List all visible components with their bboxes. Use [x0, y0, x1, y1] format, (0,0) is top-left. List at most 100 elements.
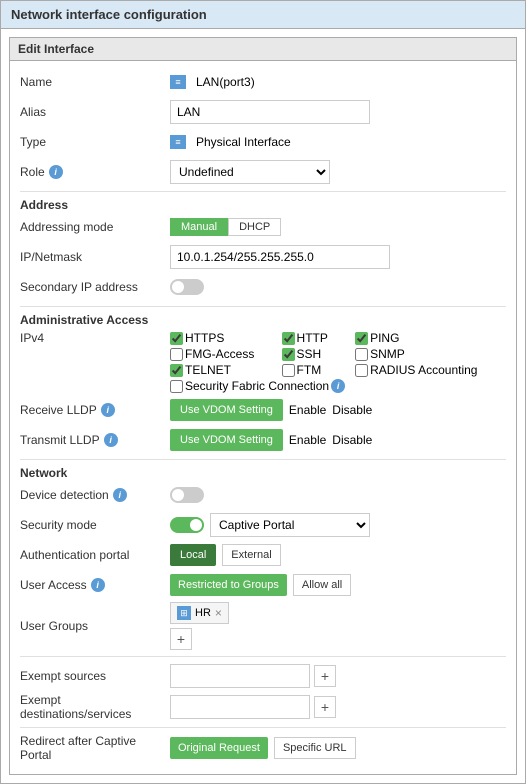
group-icon: ⊞: [177, 606, 191, 620]
device-detection-toggle[interactable]: [170, 487, 204, 503]
receive-lldp-info-icon[interactable]: i: [101, 403, 115, 417]
specific-url-btn[interactable]: Specific URL: [274, 737, 356, 759]
user-groups-plus-btn[interactable]: +: [170, 628, 192, 650]
secondary-ip-toggle[interactable]: [170, 279, 204, 295]
hr-group-name: HR: [195, 607, 211, 619]
type-icon: ≡: [170, 135, 186, 149]
exempt-sources-controls: +: [170, 664, 336, 688]
address-section-header: Address: [20, 198, 506, 212]
security-mode-toggle[interactable]: [170, 517, 204, 533]
http-checkbox[interactable]: [282, 332, 295, 345]
allow-all-btn[interactable]: Allow all: [293, 574, 351, 596]
main-panel: Network interface configuration Edit Int…: [0, 0, 526, 784]
secondary-ip-value: [170, 279, 506, 295]
security-mode-row: Security mode Captive Portal: [20, 512, 506, 538]
ip-netmask-row: IP/Netmask: [20, 244, 506, 270]
alias-row: Alias: [20, 99, 506, 125]
http-label: HTTP: [297, 331, 328, 345]
auth-portal-value: Local External: [170, 544, 506, 566]
exempt-destinations-plus[interactable]: +: [314, 696, 336, 718]
external-btn[interactable]: External: [222, 544, 280, 566]
snmp-checkbox[interactable]: [355, 348, 368, 361]
ftm-label: FTM: [297, 363, 322, 377]
https-label: HTTPS: [185, 331, 224, 345]
divider-3: [20, 459, 506, 460]
radius-checkbox[interactable]: [355, 364, 368, 377]
receive-lldp-value: Use VDOM Setting Enable Disable: [170, 399, 506, 421]
role-row: Role i Undefined: [20, 159, 506, 185]
original-request-btn[interactable]: Original Request: [170, 737, 268, 759]
edit-panel: Edit Interface Name ≡ LAN(port3) Alias T…: [9, 37, 517, 775]
fmg-checkbox[interactable]: [170, 348, 183, 361]
http-checkbox-item: HTTP: [282, 331, 346, 345]
manual-btn[interactable]: Manual: [170, 218, 228, 236]
redirect-label: Redirect after Captive Portal: [20, 734, 170, 762]
exempt-sources-input: [170, 664, 310, 688]
type-text: Physical Interface: [196, 135, 291, 149]
telnet-checkbox[interactable]: [170, 364, 183, 377]
ip-netmask-input[interactable]: [170, 245, 390, 269]
exempt-destinations-row: Exempt destinations/services +: [20, 693, 506, 721]
ftm-checkbox[interactable]: [282, 364, 295, 377]
local-btn[interactable]: Local: [170, 544, 216, 566]
name-value: ≡ LAN(port3): [170, 75, 506, 89]
name-text: LAN(port3): [196, 75, 255, 89]
ftm-checkbox-item: FTM: [282, 363, 346, 377]
exempt-destinations-label: Exempt destinations/services: [20, 693, 170, 721]
receive-lldp-enable[interactable]: Enable: [289, 403, 326, 417]
dhcp-btn[interactable]: DHCP: [228, 218, 281, 236]
role-info-icon[interactable]: i: [49, 165, 63, 179]
divider-5: [20, 727, 506, 728]
type-label: Type: [20, 135, 170, 149]
name-row: Name ≡ LAN(port3): [20, 69, 506, 95]
lan-icon: ≡: [170, 75, 186, 89]
device-detection-row: Device detection i: [20, 482, 506, 508]
addressing-mode-row: Addressing mode Manual DHCP: [20, 214, 506, 240]
device-detection-info-icon[interactable]: i: [113, 488, 127, 502]
fmg-checkbox-item: FMG-Access: [170, 347, 272, 361]
ssh-checkbox[interactable]: [282, 348, 295, 361]
form-body: Name ≡ LAN(port3) Alias Type ≡ Physical …: [10, 61, 516, 774]
edit-panel-title: Edit Interface: [10, 38, 516, 61]
https-checkbox[interactable]: [170, 332, 183, 345]
exempt-destinations-input: [170, 695, 310, 719]
exempt-sources-plus[interactable]: +: [314, 665, 336, 687]
user-groups-value: ⊞ HR × +: [170, 602, 506, 650]
alias-input[interactable]: [170, 100, 370, 124]
transmit-lldp-enable[interactable]: Enable: [289, 433, 326, 447]
role-value: Undefined: [170, 160, 506, 184]
restricted-groups-btn[interactable]: Restricted to Groups: [170, 574, 287, 596]
radius-label: RADIUS Accounting: [370, 363, 477, 377]
user-groups-label: User Groups: [20, 619, 170, 633]
security-mode-select[interactable]: Captive Portal: [210, 513, 370, 537]
secfabric-checkbox[interactable]: [170, 380, 183, 393]
snmp-checkbox-item: SNMP: [355, 347, 477, 361]
transmit-lldp-vdom-btn[interactable]: Use VDOM Setting: [170, 429, 283, 451]
receive-lldp-vdom-btn[interactable]: Use VDOM Setting: [170, 399, 283, 421]
type-value: ≡ Physical Interface: [170, 135, 506, 149]
receive-lldp-row: Receive LLDP i Use VDOM Setting Enable D…: [20, 397, 506, 423]
exempt-sources-label: Exempt sources: [20, 669, 170, 683]
type-row: Type ≡ Physical Interface: [20, 129, 506, 155]
transmit-lldp-disable[interactable]: Disable: [332, 433, 372, 447]
transmit-lldp-label: Transmit LLDP i: [20, 433, 170, 447]
auth-portal-row: Authentication portal Local External: [20, 542, 506, 568]
manual-dhcp-toggle: Manual DHCP: [170, 218, 281, 236]
ping-checkbox[interactable]: [355, 332, 368, 345]
user-groups-add: +: [170, 628, 192, 650]
transmit-lldp-info-icon[interactable]: i: [104, 433, 118, 447]
addressing-mode-value: Manual DHCP: [170, 218, 506, 236]
ip-netmask-label: IP/Netmask: [20, 250, 170, 264]
snmp-label: SNMP: [370, 347, 405, 361]
user-groups-row: User Groups ⊞ HR × +: [20, 602, 506, 650]
device-detection-label: Device detection i: [20, 488, 170, 502]
redirect-value: Original Request Specific URL: [170, 737, 506, 759]
hr-group-remove[interactable]: ×: [215, 606, 222, 620]
exempt-sources-row: Exempt sources +: [20, 663, 506, 689]
receive-lldp-disable[interactable]: Disable: [332, 403, 372, 417]
role-select[interactable]: Undefined: [170, 160, 330, 184]
network-section-header: Network: [20, 466, 506, 480]
auth-portal-label: Authentication portal: [20, 548, 170, 562]
secfabric-info-icon[interactable]: i: [331, 379, 345, 393]
user-access-info-icon[interactable]: i: [91, 578, 105, 592]
